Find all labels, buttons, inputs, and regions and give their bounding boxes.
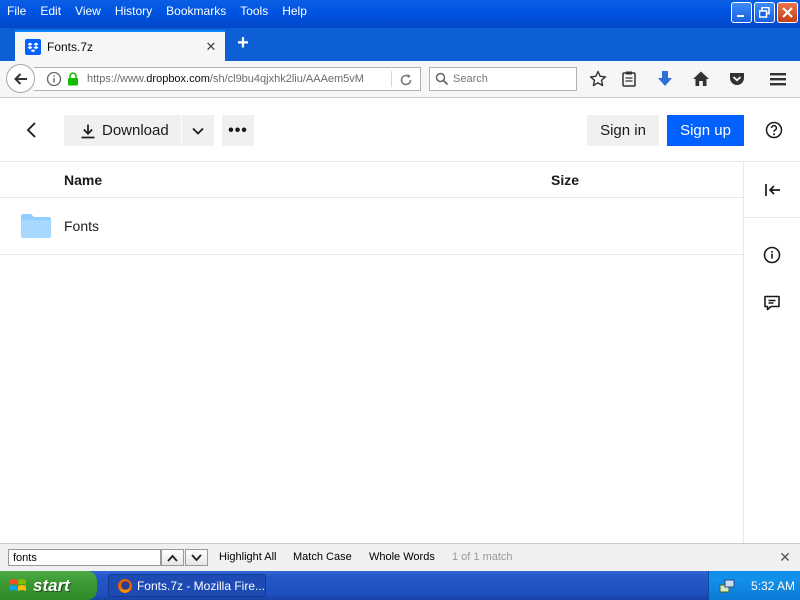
more-options-button[interactable]: •••: [222, 115, 254, 146]
chevron-down-icon: [191, 553, 202, 561]
comment-icon[interactable]: [762, 293, 782, 313]
new-tab-button[interactable]: +: [233, 33, 253, 54]
firefox-icon: [118, 578, 132, 593]
windows-logo-icon: [10, 578, 26, 591]
downloads-button[interactable]: [655, 69, 675, 89]
home-button[interactable]: [691, 69, 711, 89]
whole-words-toggle[interactable]: Whole Words: [369, 551, 435, 563]
download-button[interactable]: Download: [64, 115, 181, 146]
back-arrow-icon: [13, 72, 27, 85]
find-input[interactable]: [8, 549, 161, 566]
lock-icon: [68, 72, 78, 86]
help-icon[interactable]: [765, 121, 783, 139]
folder-icon: [21, 214, 51, 238]
clipboard-icon: [622, 71, 636, 87]
chevron-up-icon: [167, 554, 178, 562]
menu-file[interactable]: File: [0, 0, 33, 22]
find-next-button[interactable]: [185, 549, 208, 566]
tab-close-icon[interactable]: ✕: [203, 39, 219, 55]
menu-bookmarks[interactable]: Bookmarks: [159, 0, 233, 22]
hamburger-icon: [770, 73, 786, 86]
menu-bar: File Edit View History Bookmarks Tools H…: [0, 0, 314, 22]
download-icon: [81, 124, 95, 138]
menu-edit[interactable]: Edit: [33, 0, 68, 22]
url-prefix: https://www.: [87, 73, 147, 85]
info-icon[interactable]: [762, 245, 782, 265]
menu-view[interactable]: View: [68, 0, 108, 22]
back-button[interactable]: [6, 64, 35, 93]
chevron-left-icon[interactable]: [22, 120, 42, 140]
url-domain: dropbox.com: [146, 73, 210, 85]
menu-button[interactable]: [768, 69, 788, 89]
find-previous-button[interactable]: [161, 549, 184, 566]
menu-help[interactable]: Help: [275, 0, 314, 22]
pocket-icon: [730, 73, 744, 85]
taskbar: start Fonts.7z - Mozilla Fire... 5:32 AM: [0, 571, 800, 600]
star-icon: [589, 70, 607, 87]
tab-title: Fonts.7z: [47, 39, 94, 54]
reload-icon[interactable]: [398, 72, 414, 88]
close-icon: [782, 7, 793, 18]
url-separator: [391, 71, 392, 87]
menu-tools[interactable]: Tools: [233, 0, 275, 22]
url-path: /sh/cl9bu4qjxhk2liu/AAAem5vM: [209, 73, 364, 85]
restore-button[interactable]: [754, 2, 775, 23]
url-text: https://www.dropbox.com/sh/cl9bu4qjxhk2l…: [87, 73, 365, 85]
site-info-icon[interactable]: [46, 71, 62, 87]
url-bar[interactable]: https://www.dropbox.com/sh/cl9bu4qjxhk2l…: [34, 67, 421, 91]
home-icon: [693, 71, 709, 86]
download-options-button[interactable]: [182, 115, 214, 146]
find-close-icon[interactable]: ✕: [778, 550, 792, 564]
chevron-down-icon: [192, 127, 204, 135]
download-arrow-icon: [658, 71, 672, 86]
dropbox-page: Download ••• Sign in Sign up Name Size F…: [0, 98, 800, 543]
search-bar[interactable]: [429, 67, 577, 91]
menu-history[interactable]: History: [108, 0, 159, 22]
taskbar-window-label: Fonts.7z - Mozilla Fire...: [136, 578, 265, 593]
list-item[interactable]: Fonts: [0, 198, 743, 255]
sign-in-button[interactable]: Sign in: [587, 115, 659, 146]
search-icon: [435, 72, 449, 86]
minimize-button[interactable]: [731, 2, 752, 23]
find-status: 1 of 1 match: [452, 551, 513, 563]
details-sidebar: [743, 162, 800, 543]
column-header-name[interactable]: Name: [64, 172, 102, 188]
restore-icon: [759, 7, 770, 18]
match-case-toggle[interactable]: Match Case: [293, 551, 352, 563]
network-icon[interactable]: [719, 578, 735, 594]
pocket-button[interactable]: [727, 69, 747, 89]
nav-toolbar: https://www.dropbox.com/sh/cl9bu4qjxhk2l…: [0, 61, 800, 98]
search-input[interactable]: [453, 73, 563, 85]
download-label: Download: [102, 122, 169, 139]
column-headers: Name Size: [0, 162, 743, 198]
sidebar-toggle-button[interactable]: [744, 162, 800, 218]
find-bar: Highlight All Match Case Whole Words 1 o…: [0, 543, 800, 571]
collapse-left-icon: [764, 183, 780, 196]
tab-fonts[interactable]: Fonts.7z ✕: [15, 30, 225, 61]
system-tray: 5:32 AM: [708, 571, 800, 600]
column-header-size[interactable]: Size: [551, 172, 579, 188]
minimize-icon: [737, 15, 744, 17]
reading-list-button[interactable]: [619, 69, 639, 89]
taskbar-window-firefox[interactable]: Fonts.7z - Mozilla Fire...: [108, 574, 266, 597]
sign-up-button[interactable]: Sign up: [667, 115, 744, 146]
file-name: Fonts: [64, 218, 100, 234]
dropbox-favicon-icon: [25, 38, 41, 55]
start-button[interactable]: start: [0, 571, 97, 600]
start-label: start: [33, 575, 70, 595]
bookmark-star-button[interactable]: [588, 69, 608, 89]
file-list: Name Size Fonts: [0, 162, 743, 543]
close-window-button[interactable]: [777, 2, 798, 23]
clock: 5:32 AM: [751, 578, 796, 593]
dropbox-header: Download ••• Sign in Sign up: [0, 98, 800, 162]
highlight-all-toggle[interactable]: Highlight All: [219, 551, 276, 563]
tab-strip: Fonts.7z ✕ +: [0, 28, 800, 61]
title-bar: File Edit View History Bookmarks Tools H…: [0, 0, 800, 28]
